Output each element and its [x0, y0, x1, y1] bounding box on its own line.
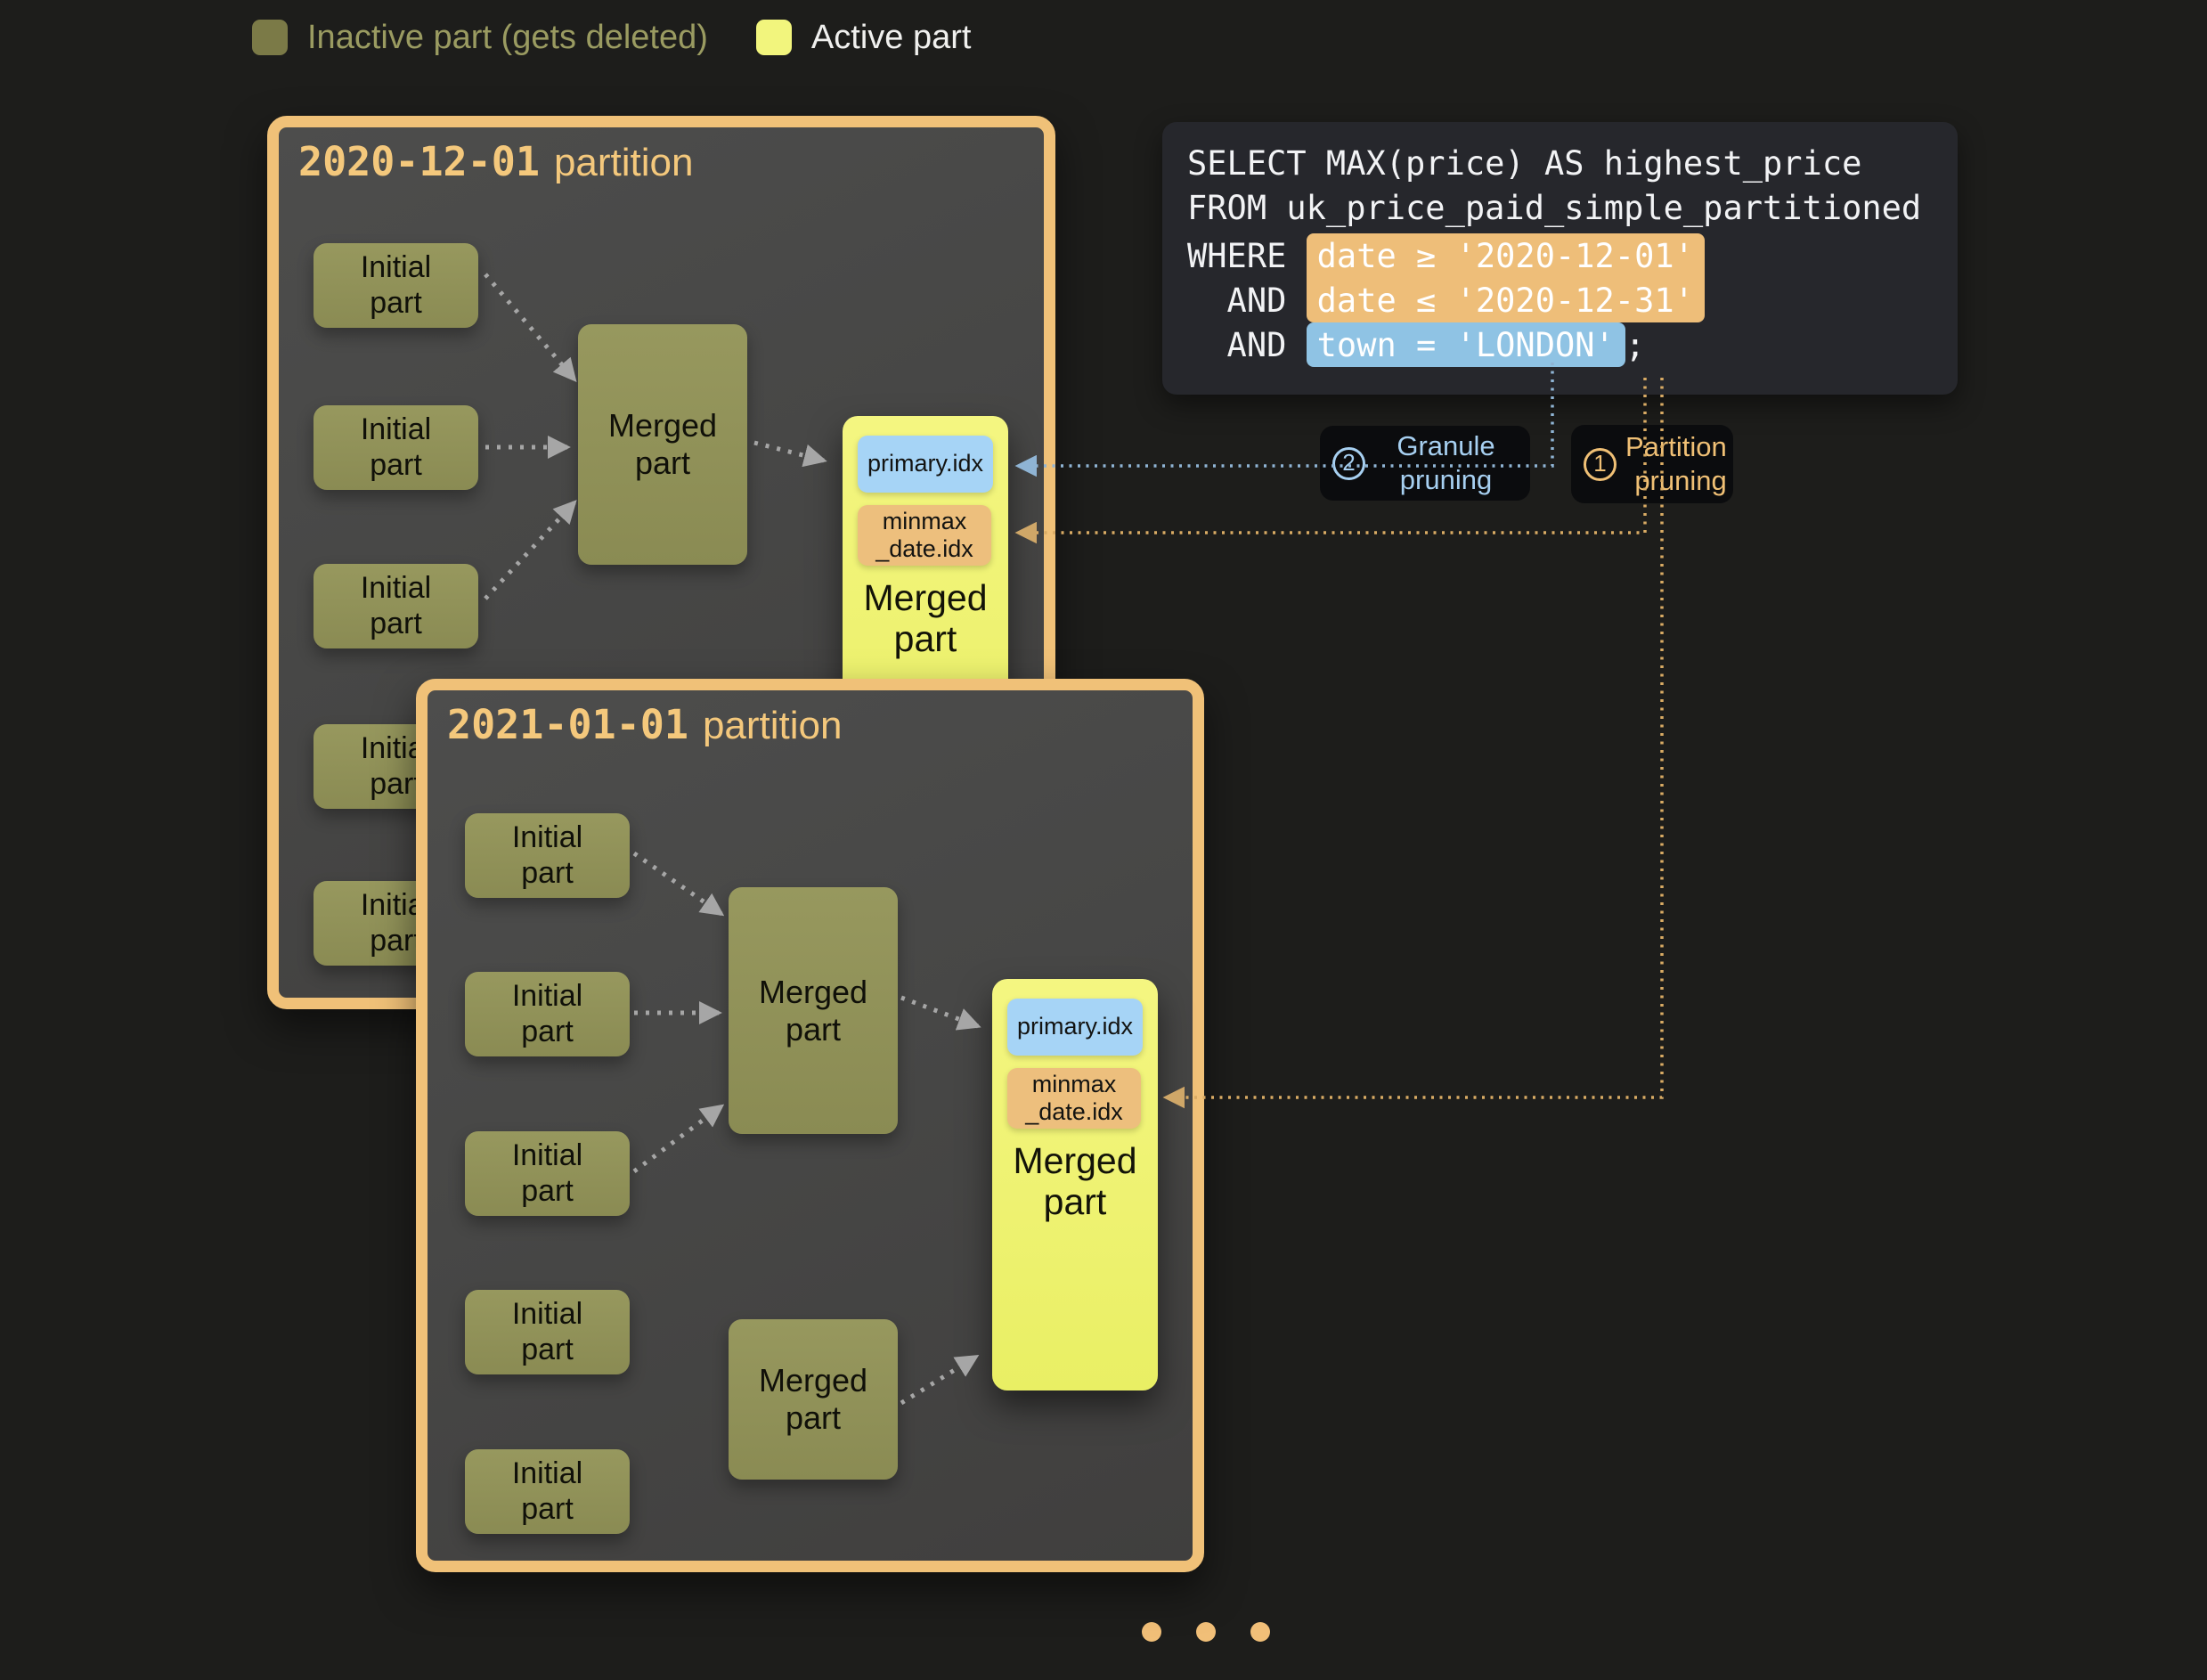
carousel-dot-2[interactable] — [1196, 1622, 1216, 1642]
sql-line-select: SELECT MAX(price) AS highest_price — [1187, 144, 1958, 189]
partition-pruning-label: Partition pruning — [1625, 430, 1727, 498]
partition-date: 2021-01-01 — [447, 701, 688, 748]
minmax-idx-line2: _date.idx — [875, 535, 973, 563]
sql-keyword: AND — [1187, 322, 1307, 367]
merged-part-inactive: Merged part — [729, 1319, 898, 1480]
partition-date: 2020-12-01 — [298, 138, 540, 185]
partition-suffix: partition — [554, 141, 694, 185]
sql-line-and-date: AND date ≤ '2020-12-31' — [1187, 278, 1958, 322]
carousel-dot-1[interactable] — [1142, 1622, 1161, 1642]
initial-part: Initial part — [314, 243, 478, 328]
carousel-indicator — [1142, 1622, 1270, 1642]
initial-part: Initial part — [465, 813, 630, 898]
initial-part: Initial part — [314, 405, 478, 490]
sql-line-and-town: AND town = 'LONDON'; — [1187, 322, 1958, 367]
merged-part-inactive: Merged part — [578, 324, 747, 565]
inactive-part-swatch — [252, 20, 288, 55]
date-lower-bound-highlight: date ≥ '2020-12-01' — [1307, 233, 1705, 278]
merged-part-active: primary.idx minmax _date.idx Merged part — [992, 979, 1158, 1390]
minmax-idx-line1: minmax — [883, 508, 967, 535]
initial-part: Initial part — [465, 1290, 630, 1374]
primary-idx-badge: primary.idx — [1007, 999, 1143, 1056]
merged-part-label: Merged part — [843, 578, 1008, 660]
step-2-badge: 2 — [1332, 447, 1365, 480]
legend: Inactive part (gets deleted) Active part — [252, 16, 971, 59]
minmax-date-idx-badge: minmax _date.idx — [858, 505, 991, 566]
granule-pruning-line1: Granule — [1397, 430, 1494, 461]
granule-pruning-label: Granule pruning — [1374, 429, 1518, 497]
partition-pruning-line2: pruning — [1634, 465, 1726, 496]
primary-idx-label: primary.idx — [1017, 1013, 1133, 1040]
diagram-canvas: Inactive part (gets deleted) Active part… — [0, 0, 2207, 1680]
sql-keyword: WHERE — [1187, 233, 1307, 278]
merged-part-label: Merged part — [992, 1141, 1158, 1223]
granule-pruning-line2: pruning — [1400, 464, 1492, 495]
partition-pruning-line1: Partition — [1625, 431, 1727, 462]
partition-title: 2020-12-01 partition — [298, 138, 693, 185]
sql-terminator: ; — [1625, 322, 1645, 367]
merged-part-inactive: Merged part — [729, 887, 898, 1134]
initial-part: Initial part — [465, 972, 630, 1056]
step-1-badge: 1 — [1584, 448, 1617, 481]
minmax-idx-line2: _date.idx — [1025, 1098, 1123, 1126]
granule-pruning-callout: 2 Granule pruning — [1320, 426, 1530, 501]
minmax-date-idx-badge: minmax _date.idx — [1007, 1068, 1141, 1129]
sql-line-from: FROM uk_price_paid_simple_partitioned — [1187, 189, 1958, 233]
primary-idx-badge: primary.idx — [858, 436, 993, 493]
initial-part: Initial part — [465, 1449, 630, 1534]
active-part-swatch — [756, 20, 792, 55]
initial-part: Initial part — [465, 1131, 630, 1216]
active-part-label: Active part — [811, 19, 972, 57]
sql-keyword: AND — [1187, 278, 1307, 322]
partition-title: 2021-01-01 partition — [447, 701, 842, 748]
sql-line-where: WHERE date ≥ '2020-12-01' — [1187, 233, 1958, 278]
partition-suffix: partition — [703, 704, 843, 748]
date-upper-bound-highlight: date ≤ '2020-12-31' — [1307, 278, 1705, 322]
primary-idx-label: primary.idx — [867, 450, 983, 477]
minmax-idx-line1: minmax — [1032, 1071, 1117, 1098]
initial-part: Initial part — [314, 564, 478, 648]
sql-query-panel: SELECT MAX(price) AS highest_price FROM … — [1162, 122, 1958, 395]
town-filter-highlight: town = 'LONDON' — [1307, 322, 1625, 367]
carousel-dot-3[interactable] — [1250, 1622, 1270, 1642]
partition-pruning-callout: 1 Partition pruning — [1571, 425, 1733, 503]
inactive-part-label: Inactive part (gets deleted) — [307, 19, 708, 57]
partition-box-2021-01-01: 2021-01-01 partition Initial part Initia… — [416, 679, 1204, 1572]
